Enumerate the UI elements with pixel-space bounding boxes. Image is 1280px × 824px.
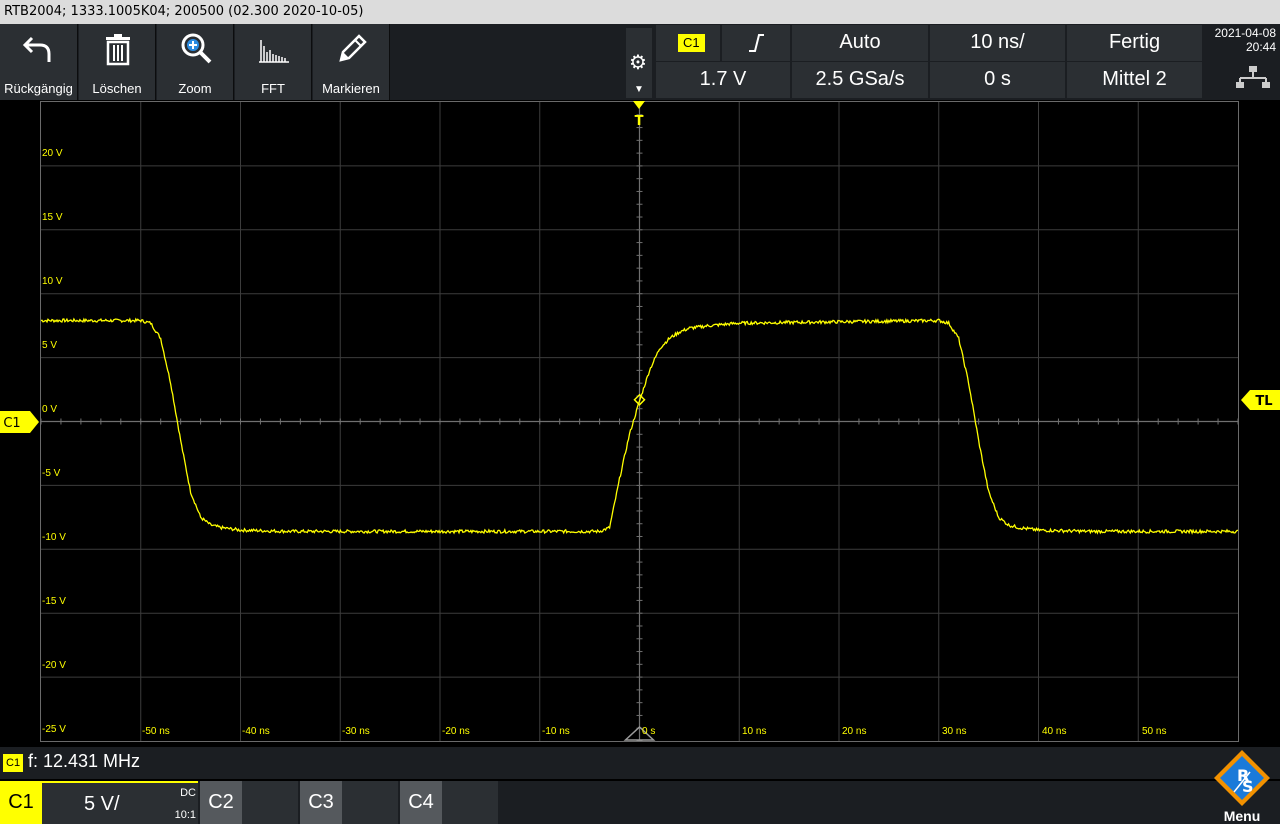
channel-bar: C1 5 V/ DC 10:1 C2 C3 C4 <box>0 781 1280 824</box>
measurement-bar: C1 f: 12.431 MHz <box>0 747 1280 779</box>
fft-label: FFT <box>261 81 285 96</box>
gear-icon: ⚙ <box>629 52 647 74</box>
acquisition-mode[interactable]: Mittel 2 <box>1067 62 1202 98</box>
trigger-level[interactable]: 1.7 V <box>656 62 790 98</box>
waveform-svg <box>41 102 1238 741</box>
undo-icon <box>22 36 51 62</box>
x-tick-label: 30 ns <box>942 726 967 737</box>
horizontal-position[interactable]: 0 s <box>930 62 1065 98</box>
y-tick-label: -15 V <box>42 596 66 607</box>
c1-probe-ratio: 10:1 <box>174 809 196 821</box>
channel-c3[interactable]: C3 <box>300 781 398 824</box>
y-tick-label: -20 V <box>42 660 66 671</box>
trigger-position-marker[interactable]: T <box>632 101 646 127</box>
c4-label: C4 <box>400 781 442 824</box>
menu-button[interactable]: R S Menu <box>1204 748 1280 824</box>
y-tick-label: 20 V <box>42 148 63 159</box>
y-tick-label: 15 V <box>42 212 63 223</box>
x-tick-label: 50 ns <box>1142 726 1167 737</box>
c1-coupling: DC <box>180 787 196 799</box>
zoom-icon <box>181 33 212 64</box>
zoom-button[interactable]: Zoom <box>157 24 234 100</box>
rising-edge-icon <box>749 33 764 52</box>
pencil-icon <box>339 34 367 62</box>
c1-offset-marker[interactable]: C1 <box>0 411 40 433</box>
x-tick-label: -40 ns <box>242 726 270 737</box>
y-tick-label: -5 V <box>42 468 61 479</box>
measurement-channel-tag: C1 <box>3 754 24 772</box>
trigger-marker-label: T <box>635 114 644 127</box>
menu-label: Menu <box>1223 808 1261 824</box>
clock: 2021-04-08 20:44 <box>1204 26 1280 54</box>
trash-icon <box>106 34 130 66</box>
c1-settings[interactable]: 5 V/ DC 10:1 <box>42 781 198 824</box>
y-tick-label: -25 V <box>42 724 66 735</box>
date: 2021-04-08 <box>1214 26 1276 40</box>
x-tick-label: -20 ns <box>442 726 470 737</box>
y-tick-label: -10 V <box>42 532 66 543</box>
x-tick-label: 0 s <box>642 726 656 737</box>
x-tick-label: 40 ns <box>1042 726 1067 737</box>
c3-label: C3 <box>300 781 342 824</box>
sample-rate[interactable]: 2.5 GSa/s <box>792 62 928 98</box>
trigger-source[interactable]: C1 <box>656 25 720 61</box>
delete-button[interactable]: Löschen <box>79 24 156 100</box>
acquisition-state[interactable]: Fertig <box>1067 25 1202 61</box>
undo-label: Rückgängig <box>4 81 73 96</box>
y-tick-label: 5 V <box>42 340 58 351</box>
channel-c2[interactable]: C2 <box>200 781 298 824</box>
c1-marker-label: C1 <box>3 416 20 431</box>
time: 20:44 <box>1245 40 1276 54</box>
undo-button[interactable]: Rückgängig <box>0 24 78 100</box>
c2-label: C2 <box>200 781 242 824</box>
trigger-channel-tag: C1 <box>678 33 705 52</box>
window-title: RTB2004; 1333.1005K04; 200500 (02.300 20… <box>0 0 1280 24</box>
x-tick-label: -50 ns <box>142 726 170 737</box>
fft-icon <box>259 40 289 63</box>
c1-scale: 5 V/ <box>84 793 120 815</box>
settings-button[interactable]: ⚙ ▼ <box>626 28 652 98</box>
tl-marker-label: TL <box>1255 394 1272 409</box>
trigger-level-marker[interactable]: TL <box>1241 390 1280 410</box>
zoom-label: Zoom <box>178 81 212 96</box>
caret-down-icon: ▼ <box>634 84 644 95</box>
x-tick-label: -30 ns <box>342 726 370 737</box>
trigger-mode[interactable]: Auto <box>792 25 928 61</box>
fft-button[interactable]: FFT <box>235 24 312 100</box>
mark-label: Markieren <box>322 81 380 96</box>
x-tick-label: 20 ns <box>842 726 867 737</box>
y-tick-label: 10 V <box>42 276 63 287</box>
frequency-readout[interactable]: f: 12.431 MHz <box>28 751 140 772</box>
y-tick-label: 0 V <box>42 404 58 415</box>
x-tick-label: -10 ns <box>542 726 570 737</box>
x-tick-label: 10 ns <box>742 726 767 737</box>
rohde-schwarz-logo-icon: R S <box>1214 750 1270 806</box>
timebase[interactable]: 10 ns/ <box>930 25 1065 61</box>
channel-c4[interactable]: C4 <box>400 781 498 824</box>
channel-c1[interactable]: C1 5 V/ DC 10:1 <box>0 781 198 824</box>
delete-label: Löschen <box>92 81 142 96</box>
waveform-display[interactable] <box>40 101 1239 742</box>
network-icon[interactable] <box>1236 64 1270 90</box>
mark-button[interactable]: Markieren <box>313 24 390 100</box>
c1-label: C1 <box>0 781 42 824</box>
toolbar: Rückgängig Löschen Zoom FFT Markieren ⚙ … <box>0 24 1280 100</box>
trigger-slope[interactable] <box>722 25 790 61</box>
